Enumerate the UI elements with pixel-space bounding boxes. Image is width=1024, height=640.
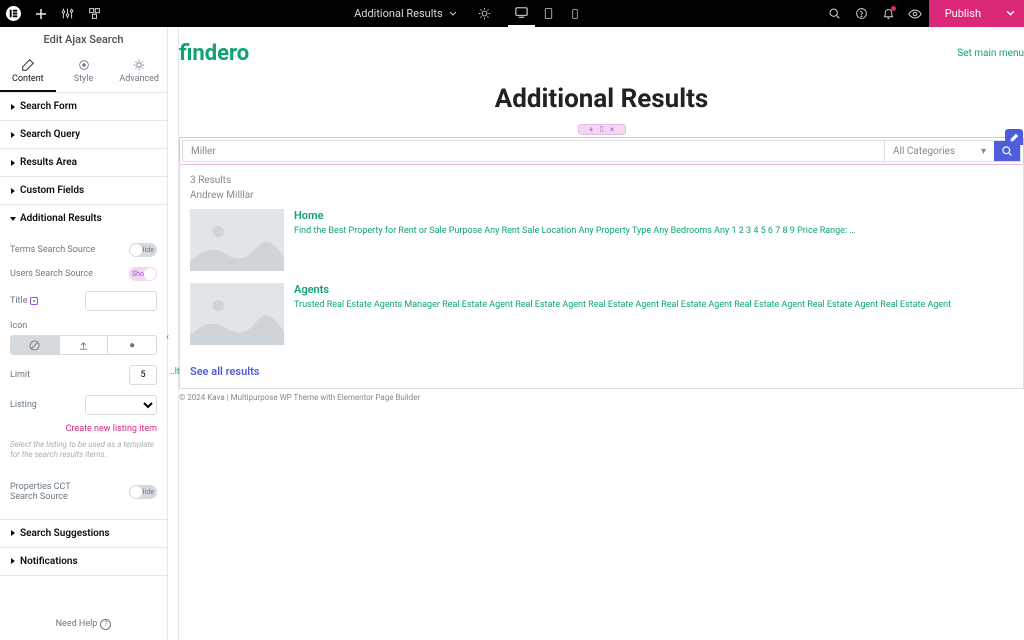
notifications-button[interactable] [875, 0, 902, 27]
device-mobile[interactable] [562, 0, 589, 27]
structure-button[interactable] [81, 0, 108, 27]
search-widget: All Categories▾ [179, 137, 1024, 165]
site-header: findero Set main menu [179, 35, 1024, 80]
site-settings-button[interactable] [54, 0, 81, 27]
link-create-listing[interactable]: Create new listing item [10, 420, 157, 438]
tab-style[interactable]: Style [56, 52, 112, 92]
input-title[interactable] [85, 291, 157, 311]
input-limit[interactable] [129, 365, 157, 385]
section-search-suggestions[interactable]: Search Suggestions [0, 520, 167, 547]
canvas: findero Set main menu Additional Results… [179, 27, 1024, 640]
sidebar-title: Edit Ajax Search [0, 27, 167, 52]
result-desc: Trusted Real Estate Agents Manager Real … [294, 299, 1013, 312]
icon-picker: ● [10, 335, 157, 355]
category-select[interactable]: All Categories▾ [884, 141, 994, 161]
device-desktop[interactable] [508, 0, 535, 27]
toggle-props-cct[interactable]: Hide [129, 485, 157, 499]
label-terms-source: Terms Search Source [10, 245, 95, 255]
toggle-users-source[interactable]: Show [129, 267, 157, 281]
label-limit: Limit [10, 370, 30, 380]
sidebar: Edit Ajax Search Content Style Advanced … [0, 27, 168, 640]
section-search-query[interactable]: Search Query [0, 121, 167, 148]
section-results-area[interactable]: Results Area [0, 149, 167, 176]
publish-button[interactable]: Publish [929, 0, 997, 27]
close-icon: × [610, 125, 614, 134]
tab-content[interactable]: Content [0, 52, 56, 92]
page-settings-button[interactable] [471, 0, 498, 27]
section-additional-results[interactable]: Additional Results [0, 205, 167, 232]
drag-icon: ⁞⁞ [599, 125, 603, 134]
select-listing[interactable] [85, 395, 157, 415]
cutoff-text: ..lt [170, 367, 180, 377]
help-button[interactable] [848, 0, 875, 27]
result-item[interactable]: Agents Trusted Real Estate Agents Manager… [180, 283, 1023, 357]
search-input[interactable] [183, 141, 884, 161]
chevron-down-icon: ▾ [981, 146, 986, 157]
results-subheading: Andrew Milllar [180, 190, 1023, 209]
footer-credit: © 2024 Kava | Multipurpose WP Theme with… [179, 389, 1024, 406]
label-props-cct: Properties CCT Search Source [10, 482, 100, 502]
label-listing: Listing [10, 400, 37, 410]
result-item[interactable]: Home Find the Best Property for Rent or S… [180, 209, 1023, 283]
set-main-menu-link[interactable]: Set main menu [957, 48, 1024, 59]
label-title: Title [10, 296, 38, 306]
preview-button[interactable] [902, 0, 929, 27]
dynamic-tag-icon[interactable] [30, 297, 38, 305]
device-tablet[interactable] [535, 0, 562, 27]
page-title: Additional Results [179, 84, 1024, 114]
need-help-link[interactable]: Need Help? [56, 619, 112, 629]
topbar: Additional Results Publish [0, 0, 1024, 27]
results-count: 3 Results [180, 175, 1023, 190]
label-icon: Icon [10, 321, 27, 331]
sidebar-collapse-strip: ‹ ..lt [168, 27, 179, 640]
chevron-down-icon [449, 10, 457, 18]
topbar-center: Additional Results [108, 0, 821, 27]
result-thumbnail [190, 209, 284, 271]
publish-dropdown[interactable] [997, 0, 1024, 27]
edit-widget-chip[interactable] [1005, 129, 1023, 145]
section-search-form[interactable]: Search Form [0, 93, 167, 120]
results-panel: 3 Results Andrew Milllar Home Find the Be… [179, 165, 1024, 389]
widget-handle[interactable]: + ⁞⁞ × [578, 124, 626, 135]
section-notifications[interactable]: Notifications [0, 548, 167, 575]
section-custom-fields[interactable]: Custom Fields [0, 177, 167, 204]
add-widget-button[interactable] [27, 0, 54, 27]
topbar-right: Publish [821, 0, 1024, 27]
document-title-dropdown[interactable]: Additional Results [340, 0, 471, 27]
toggle-terms-source[interactable]: Hide [129, 243, 157, 257]
result-title: Home [294, 209, 1013, 222]
icon-library[interactable]: ● [108, 336, 156, 354]
plus-icon: + [589, 125, 594, 134]
label-users-source: Users Search Source [10, 269, 93, 279]
tab-advanced[interactable]: Advanced [111, 52, 167, 92]
sidebar-footer: Need Help? [0, 609, 167, 640]
document-title: Additional Results [354, 7, 443, 20]
hint-listing: Select the listing to be used as a templ… [10, 438, 157, 463]
collapse-sidebar-button[interactable]: ‹ [166, 332, 169, 343]
section-additional-results-body: Terms Search Source Hide Users Search Sou… [0, 232, 167, 519]
icon-upload[interactable] [60, 336, 109, 354]
result-desc: Find the Best Property for Rent or Sale … [294, 225, 1013, 238]
icon-none[interactable] [11, 336, 60, 354]
site-brand[interactable]: findero [179, 41, 249, 66]
result-thumbnail [190, 283, 284, 345]
see-all-results-link[interactable]: See all results [180, 357, 1023, 378]
topbar-left [0, 0, 108, 27]
sidebar-tabs: Content Style Advanced [0, 52, 167, 93]
finder-button[interactable] [821, 0, 848, 27]
elementor-logo[interactable] [0, 0, 27, 27]
result-title: Agents [294, 283, 1013, 296]
